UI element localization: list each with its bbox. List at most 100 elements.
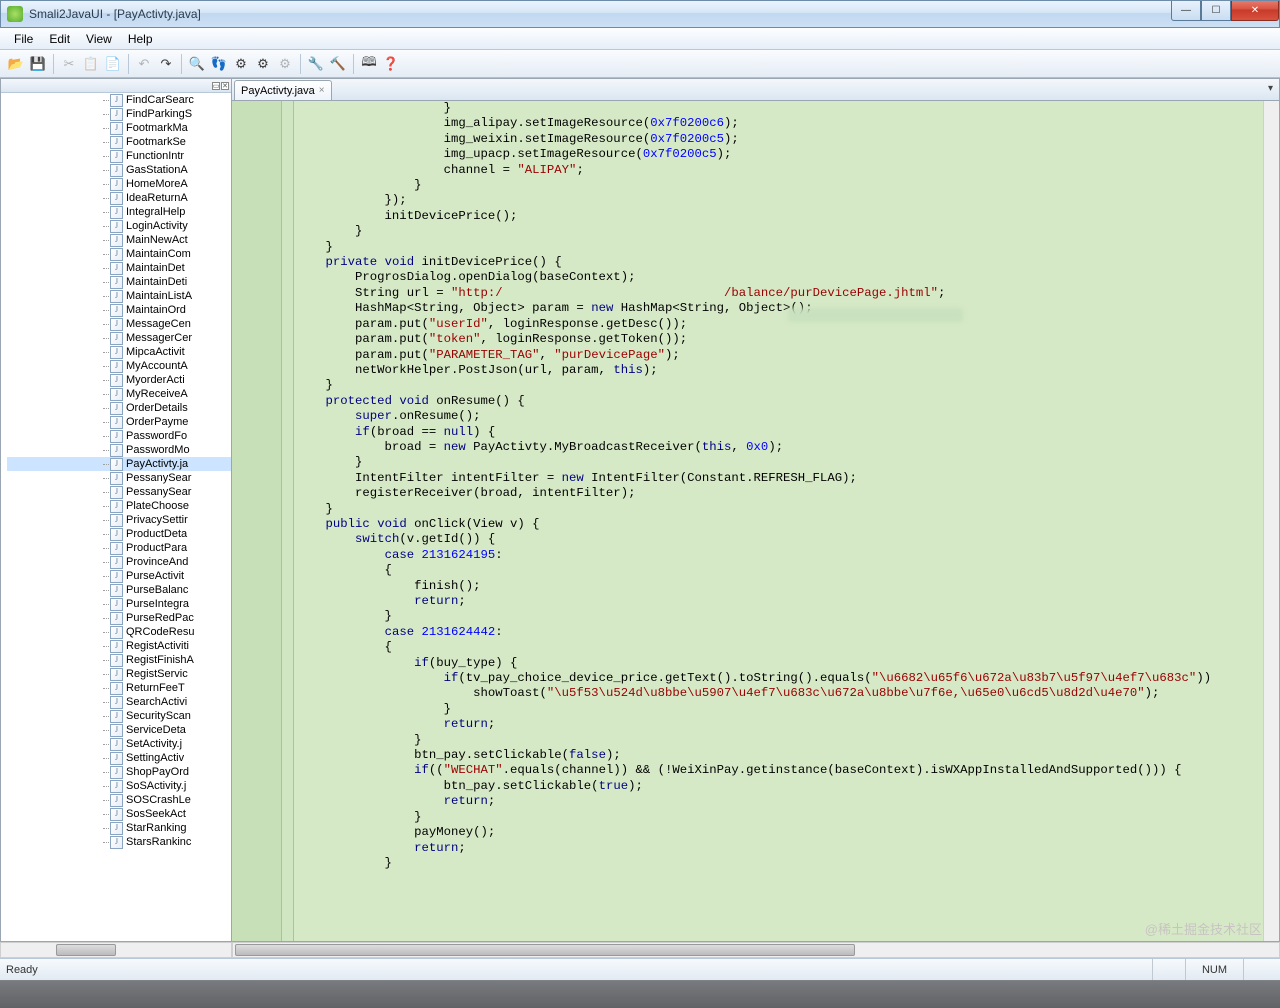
tree-item[interactable]: ProductPara [7,541,231,555]
tree-item[interactable]: PlateChoose [7,499,231,513]
vertical-scrollbar[interactable] [1263,101,1279,941]
tree-item[interactable]: MaintainDet [7,261,231,275]
tree-item[interactable]: FindParkingS [7,107,231,121]
tree-item[interactable]: PessanySear [7,485,231,499]
tree-item-label: PurseRedPac [126,611,194,625]
menu-view[interactable]: View [78,32,120,46]
tree-item[interactable]: ProvinceAnd [7,555,231,569]
status-cell2 [1243,959,1276,980]
tree-item-label: ReturnFeeT [126,681,185,695]
menu-edit[interactable]: Edit [41,32,78,46]
file-tree[interactable]: FindCarSearcFindParkingSFootmarkMaFootma… [1,93,231,941]
toolbar-btn-19[interactable]: 🕮 [359,54,379,74]
tree-item-label: ServiceDeta [126,723,186,737]
tree-item[interactable]: MainNewAct [7,233,231,247]
editor-hscroll[interactable] [232,942,1280,958]
toolbar-btn-1[interactable]: 💾 [28,54,48,74]
tree-item[interactable]: PurseIntegra [7,597,231,611]
toolbar-btn-4[interactable]: 📋 [81,54,101,74]
tree-item[interactable]: PurseRedPac [7,611,231,625]
tree-item[interactable]: QRCodeResu [7,625,231,639]
tree-item[interactable]: StarsRankinc [7,835,231,849]
tree-item[interactable]: MipcaActivit [7,345,231,359]
tree-item[interactable]: PurseActivit [7,569,231,583]
tree-item[interactable]: IntegralHelp [7,205,231,219]
toolbar-btn-13[interactable]: ⚙ [253,54,273,74]
tree-item[interactable]: PayActivty.ja [7,457,231,471]
minimize-button[interactable]: — [1171,1,1201,21]
toolbar-btn-0[interactable]: 📂 [6,54,26,74]
tree-item[interactable]: SOSCrashLe [7,793,231,807]
tree-item[interactable]: RegistFinishA [7,653,231,667]
tree-item[interactable]: OrderDetails [7,401,231,415]
tree-item[interactable]: FindCarSearc [7,93,231,107]
tree-item[interactable]: SoSActivity.j [7,779,231,793]
tree-item[interactable]: MessageCen [7,317,231,331]
tree-item-label: ShopPayOrd [126,765,189,779]
toolbar-btn-14[interactable]: ⚙ [275,54,295,74]
toolbar-btn-16[interactable]: 🔧 [306,54,326,74]
tree-item[interactable]: PurseBalanc [7,583,231,597]
tree-item[interactable]: MyReceiveA [7,387,231,401]
toolbar-btn-17[interactable]: 🔨 [328,54,348,74]
tree-item[interactable]: GasStationA [7,163,231,177]
tree-item[interactable]: FootmarkSe [7,135,231,149]
tree-item[interactable]: MaintainDeti [7,275,231,289]
tree-item[interactable]: SecurityScan [7,709,231,723]
java-file-icon [110,220,123,233]
tab-payactivty[interactable]: PayActivty.java × [234,80,332,100]
tree-item[interactable]: ServiceDeta [7,723,231,737]
tree-item[interactable]: LoginActivity [7,219,231,233]
tree-item[interactable]: MaintainCom [7,247,231,261]
close-button[interactable]: ✕ [1231,1,1279,21]
code-content[interactable]: } img_alipay.setImageResource(0x7f0200c6… [292,101,1279,941]
tree-item[interactable]: FunctionIntr [7,149,231,163]
toolbar-btn-12[interactable]: ⚙ [231,54,251,74]
tab-dropdown-icon[interactable]: ▾ [1268,83,1273,94]
tree-item[interactable]: SetActivity.j [7,737,231,751]
tree-item[interactable]: SearchActivi [7,695,231,709]
tree-item[interactable]: MaintainListA [7,289,231,303]
tree-item[interactable]: MaintainOrd [7,303,231,317]
toolbar-btn-20[interactable]: ❓ [381,54,401,74]
tree-item[interactable]: StarRanking [7,821,231,835]
toolbar-btn-3[interactable]: ✂ [59,54,79,74]
tree-item[interactable]: ReturnFeeT [7,681,231,695]
maximize-button[interactable]: ☐ [1201,1,1231,21]
tree-item[interactable]: IdeaReturnA [7,191,231,205]
tree-item[interactable]: SettingActiv [7,751,231,765]
tree-item-label: SettingActiv [126,751,184,765]
menu-file[interactable]: File [6,32,41,46]
toolbar-btn-5[interactable]: 📄 [103,54,123,74]
java-file-icon [110,528,123,541]
menu-help[interactable]: Help [120,32,161,46]
code-editor[interactable]: } img_alipay.setImageResource(0x7f0200c6… [232,101,1279,941]
java-file-icon [110,402,123,415]
tree-item[interactable]: HomeMoreA [7,177,231,191]
toolbar-btn-7[interactable]: ↶ [134,54,154,74]
pane-dock-icon[interactable]: ▭ [212,82,220,90]
tree-item[interactable]: SosSeekAct [7,807,231,821]
tree-item[interactable]: OrderPayme [7,415,231,429]
tree-item[interactable]: ShopPayOrd [7,765,231,779]
tree-item[interactable]: PrivacySettir [7,513,231,527]
pane-close-icon[interactable]: ✕ [221,82,229,90]
tree-item[interactable]: RegistServic [7,667,231,681]
tree-item[interactable]: PessanySear [7,471,231,485]
tab-close-icon[interactable]: × [319,85,325,96]
tree-item[interactable]: PasswordMo [7,443,231,457]
tree-item[interactable]: PasswordFo [7,429,231,443]
tree-item[interactable]: FootmarkMa [7,121,231,135]
tree-item[interactable]: RegistActiviti [7,639,231,653]
tree-item-label: PurseIntegra [126,597,189,611]
tree-item[interactable]: MessagerCer [7,331,231,345]
java-file-icon [110,584,123,597]
toolbar-btn-10[interactable]: 🔍 [187,54,207,74]
tree-item[interactable]: MyAccountA [7,359,231,373]
toolbar-btn-8[interactable]: ↷ [156,54,176,74]
java-file-icon [110,430,123,443]
tree-item[interactable]: ProductDeta [7,527,231,541]
tree-item[interactable]: MyorderActi [7,373,231,387]
tree-hscroll[interactable] [0,942,232,958]
toolbar-btn-11[interactable]: 👣 [209,54,229,74]
